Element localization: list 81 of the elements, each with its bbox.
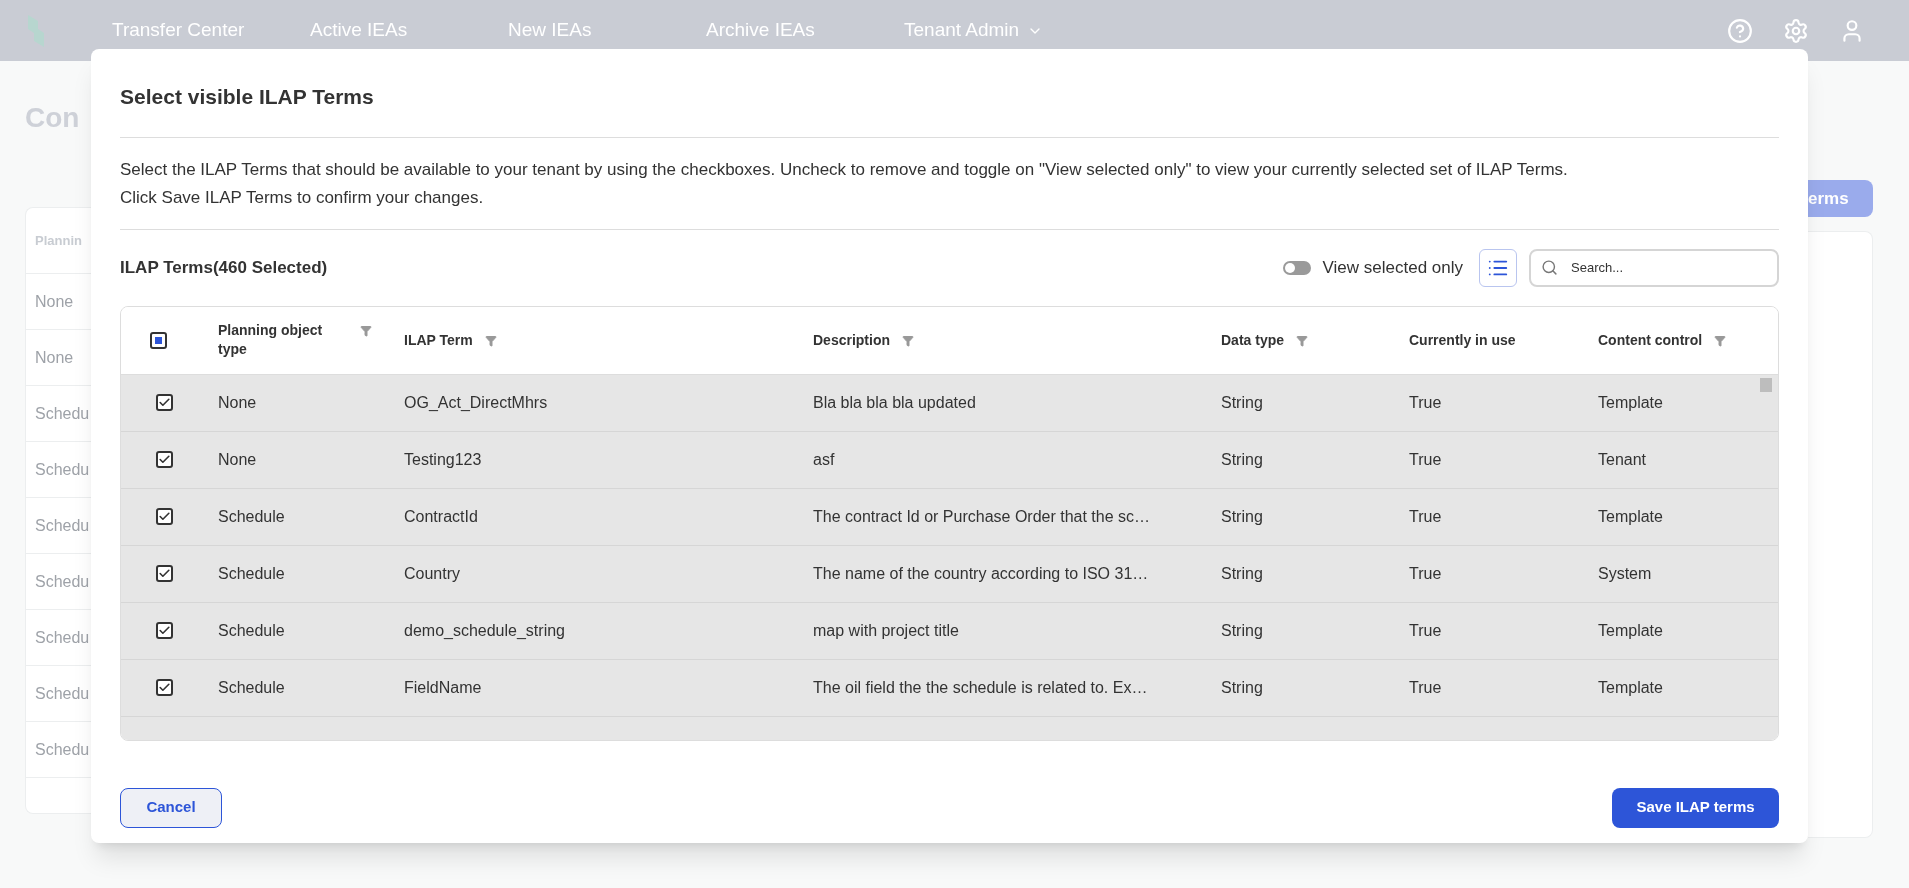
- filter-icon[interactable]: [1296, 334, 1309, 347]
- table-cell-text: The name of the country according to ISO 31…: [813, 563, 1150, 584]
- columns-button[interactable]: [1479, 248, 1517, 287]
- table-cell-text: Country: [404, 563, 462, 584]
- table-cell-text: Template: [1598, 677, 1664, 698]
- table-cell-text: Schedu: [35, 459, 90, 480]
- table-cell-text: Schedule: [218, 563, 286, 584]
- table-cell-text: map with project title: [813, 620, 960, 641]
- table-cell-text: System: [1598, 563, 1653, 584]
- check-icon: [158, 624, 171, 637]
- check-icon: [158, 453, 171, 466]
- table-cell-text: Schedu: [35, 571, 90, 592]
- table-cell-text: asf: [813, 449, 836, 470]
- help-icon[interactable]: [1727, 17, 1753, 44]
- column-header: Data type: [1221, 330, 1285, 350]
- table-cell-text: String: [1221, 677, 1264, 698]
- table-cell-text: Schedule: [218, 506, 286, 527]
- table-cell-text: Schedu: [35, 683, 90, 704]
- table-cell-text: String: [1221, 506, 1264, 527]
- checkbox[interactable]: [156, 622, 173, 639]
- table-cell-text: ContractId: [404, 506, 479, 527]
- cancel-button[interactable]: Cancel: [120, 787, 222, 828]
- check-icon: [158, 396, 171, 409]
- table-cell-text: None: [35, 291, 74, 312]
- checkbox[interactable]: [156, 679, 173, 696]
- table-cell-text: Schedu: [35, 515, 90, 536]
- table-cell-text: Schedule: [218, 620, 286, 641]
- toggle-label: View selected only: [1322, 256, 1463, 279]
- table-cell-text: Schedu: [35, 739, 90, 760]
- table-cell-text: True: [1409, 563, 1443, 584]
- filter-icon[interactable]: [360, 325, 372, 337]
- table-cell-text: True: [1409, 506, 1443, 527]
- dialog-description: Select the ILAP Terms that should be available to your tenant by using the checkboxes. Uncheck to remove and toggle on "View selected only" to view your currently selected set of ILAP Terms. Click Save ILAP Terms to confirm your changes.: [120, 137, 1779, 230]
- table-cell-text: Bla bla bla bla updated: [813, 392, 977, 413]
- filter-icon[interactable]: [484, 334, 497, 347]
- table-cell-text: Template: [1598, 506, 1664, 527]
- toggle-switch[interactable]: [1282, 260, 1311, 275]
- table-cell-text: None: [218, 392, 258, 413]
- table-cell-text: The contract Id or Purchase Order that the sc…: [813, 506, 1152, 527]
- filter-icon[interactable]: [902, 334, 914, 347]
- table-cell-text: True: [1409, 677, 1443, 698]
- column-header: Description: [813, 330, 890, 350]
- column-header: Currently in use: [1409, 330, 1516, 350]
- check-icon: [158, 567, 171, 580]
- table-cell-text: String: [1221, 620, 1264, 641]
- checkbox[interactable]: [156, 565, 173, 582]
- table-cell-text: The oil field the the schedule is related to. Ex…: [813, 677, 1149, 698]
- checkbox[interactable]: [156, 451, 173, 468]
- search-icon: [1541, 258, 1558, 276]
- check-icon: [158, 510, 171, 523]
- table-cell-text: None: [35, 347, 74, 368]
- check-icon: [158, 681, 171, 694]
- table-cell-text: OG_Act_DirectMhrs: [404, 392, 549, 413]
- table-cell-text: demo_schedule_string: [404, 620, 566, 641]
- search-field[interactable]: Search...: [1529, 248, 1779, 287]
- checkbox[interactable]: [156, 394, 173, 411]
- filter-icon[interactable]: [1714, 334, 1727, 347]
- table-cell-text: String: [1221, 392, 1264, 413]
- table-cell-text: String: [1221, 449, 1264, 470]
- table-cell-text: Schedule: [218, 677, 286, 698]
- column-header: Planning object type: [218, 321, 324, 359]
- checkbox[interactable]: [149, 331, 167, 349]
- settings-icon[interactable]: [1783, 17, 1809, 44]
- table-cell-text: Template: [1598, 392, 1664, 413]
- column-header: Content control: [1598, 330, 1703, 350]
- table-cell-text: Schedu: [35, 403, 90, 424]
- checkbox[interactable]: [156, 508, 173, 525]
- table-cell-text: Testing123: [404, 449, 483, 470]
- table-cell-text: None: [218, 449, 258, 470]
- table-cell-text: True: [1409, 449, 1443, 470]
- table-cell-text: True: [1409, 392, 1443, 413]
- dialog-title: Select visible ILAP Terms: [120, 49, 1779, 138]
- table-title: ILAP Terms(460 Selected): [120, 256, 328, 279]
- column-header: ILAP Term: [404, 330, 473, 350]
- table-cell-text: String: [1221, 563, 1264, 584]
- table-cell-text: Schedu: [35, 627, 90, 648]
- table-cell-text: Tenant: [1598, 449, 1648, 470]
- table-cell-text: Template: [1598, 620, 1664, 641]
- table-cell-text: True: [1409, 620, 1443, 641]
- table-cell-text: FieldName: [404, 677, 483, 698]
- save-button[interactable]: Save ILAP terms: [1612, 787, 1779, 828]
